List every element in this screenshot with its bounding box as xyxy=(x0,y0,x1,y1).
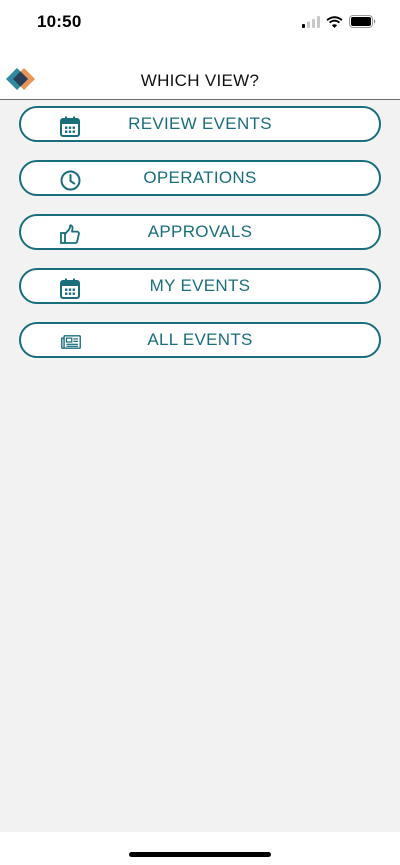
review-events-button[interactable]: REVIEW EVENTS xyxy=(19,106,381,142)
calendar-icon xyxy=(59,277,81,299)
calendar-icon xyxy=(59,115,81,137)
approvals-button[interactable]: APPROVALS xyxy=(19,214,381,250)
view-menu: REVIEW EVENTS OPERATIONS APPROVALS MY EV… xyxy=(19,106,381,376)
thumbs-up-icon xyxy=(59,223,81,245)
cellular-signal-icon xyxy=(302,15,320,33)
my-events-button[interactable]: MY EVENTS xyxy=(19,268,381,304)
wifi-icon xyxy=(326,15,343,33)
page-title: WHICH VIEW? xyxy=(140,71,260,90)
newspaper-icon xyxy=(59,331,81,353)
home-indicator-area xyxy=(0,832,400,865)
status-bar: 10:50 xyxy=(0,0,400,50)
status-icons xyxy=(302,15,376,33)
clock-icon xyxy=(59,169,81,191)
nav-bar: WHICH VIEW? xyxy=(0,50,400,100)
status-time: 10:50 xyxy=(37,12,82,31)
battery-icon xyxy=(349,15,376,33)
all-events-button[interactable]: ALL EVENTS xyxy=(19,322,381,358)
operations-button[interactable]: OPERATIONS xyxy=(19,160,381,196)
home-indicator[interactable] xyxy=(129,852,271,857)
